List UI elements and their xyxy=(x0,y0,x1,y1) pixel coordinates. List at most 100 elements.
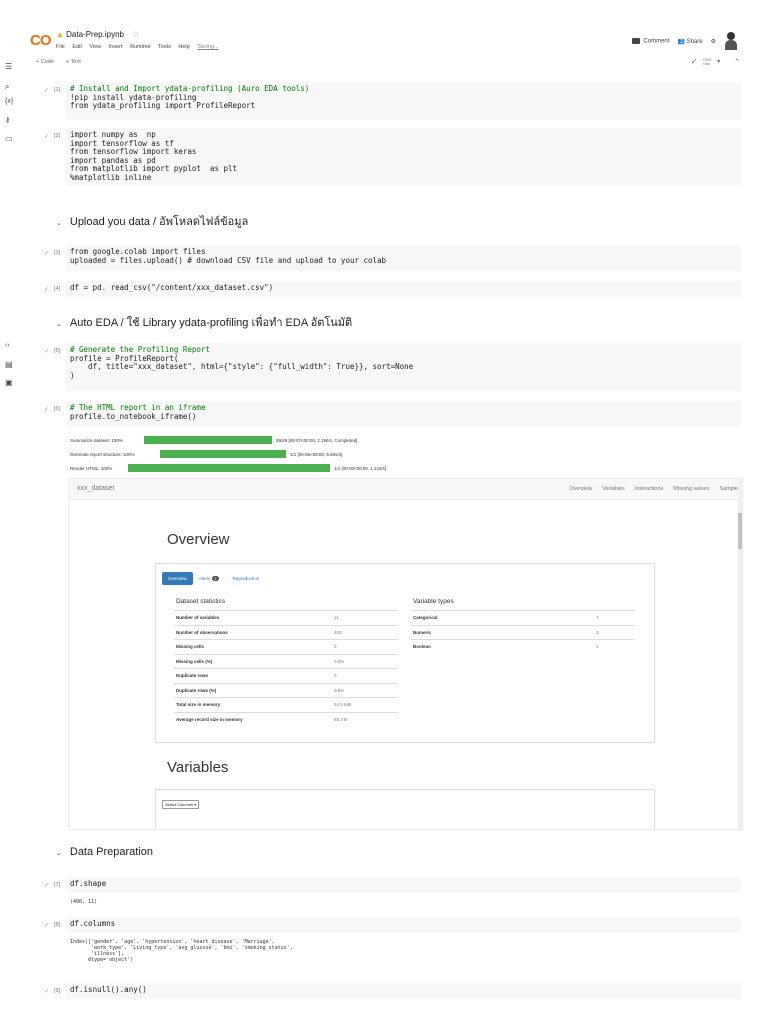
stat-value: 1 xyxy=(596,644,599,649)
cell-execution-count: [7] xyxy=(54,882,61,888)
menu-view[interactable]: View xyxy=(89,44,101,50)
cell-run-status-icon[interactable]: ✓ xyxy=(44,348,49,355)
add-text-button[interactable]: + Text xyxy=(66,59,81,65)
stat-value: 11 xyxy=(334,615,339,620)
cell-run-status-icon[interactable]: ✓ xyxy=(44,250,49,257)
chevron-down-icon[interactable]: ▾ xyxy=(717,58,720,65)
section-heading[interactable]: ⌄ Data Preparation xyxy=(56,846,153,858)
stat-label: Total size in memory xyxy=(176,702,221,707)
search-icon[interactable]: ⌕ xyxy=(5,82,9,92)
table-row: Number of observations 400 xyxy=(174,624,398,640)
cell-run-status-icon[interactable]: ✓ xyxy=(44,882,49,889)
code-line: df, title="xxx_dataset", html={"style": … xyxy=(70,362,414,371)
dataset-statistics-title: Dataset statistics xyxy=(176,598,226,605)
menu-help[interactable]: Help xyxy=(178,44,189,50)
tab-alerts[interactable]: Alerts 1 xyxy=(199,576,219,581)
chevron-down-icon[interactable]: ⌄ xyxy=(56,220,62,227)
tab-overview[interactable]: Overview xyxy=(162,572,193,585)
menu-insert[interactable]: Insert xyxy=(109,44,123,50)
settings-gear-icon[interactable]: ⚙ xyxy=(711,38,716,45)
code-snippets-icon[interactable]: ‹› xyxy=(5,342,10,349)
code-cell[interactable]: df = pd. read_csv("/content/xxx_dataset.… xyxy=(66,281,741,297)
cell-execution-count: [9] xyxy=(54,988,61,994)
code-cell[interactable]: df.isnull().any() xyxy=(66,983,741,999)
cell-run-status-icon[interactable]: ✓ xyxy=(44,988,49,995)
variables-icon[interactable]: {x} xyxy=(5,98,13,105)
table-row: Total size in memory 34.5 KiB xyxy=(174,697,398,712)
secrets-key-icon[interactable]: ⚷ xyxy=(5,116,10,124)
code-cell[interactable]: # Generate the Profiling Report profile … xyxy=(66,343,741,391)
progress-render-html: Render HTML: 100% 1/1 [00:00<00:00, 1.21… xyxy=(70,464,386,472)
code-line: df.isnull().any() xyxy=(70,985,147,994)
files-folder-icon[interactable]: ▭ xyxy=(5,134,13,143)
section-heading[interactable]: ⌄ Auto EDA / ใช้ Library ydata-profiling … xyxy=(56,313,352,331)
section-heading[interactable]: ⌄ Upload you data / อัพโหลดไฟล์ข้อมูล xyxy=(56,212,248,230)
select-columns-dropdown[interactable]: Select Columns ▾ xyxy=(162,800,200,809)
drive-icon: ▲ xyxy=(56,30,64,39)
stat-value: 0.0% xyxy=(334,658,345,664)
cell-execution-count: [3] xyxy=(54,250,61,256)
cell-run-status-icon[interactable]: ✓ xyxy=(44,87,49,94)
notebook-title[interactable]: Data-Prep.ipynb xyxy=(66,30,124,39)
code-cell[interactable]: df.columns xyxy=(66,917,741,933)
table-row: Categorical 7 xyxy=(411,610,635,625)
code-cell[interactable]: df.shape xyxy=(66,877,741,893)
table-row: Duplicate rows (%) 0.0% xyxy=(174,682,398,698)
code-line: uploaded = files.upload() # download CSV… xyxy=(70,255,387,265)
nav-overview[interactable]: Overview xyxy=(569,486,592,492)
stat-label: Categorical xyxy=(413,615,438,620)
tab-reproduction[interactable]: Reproduction xyxy=(233,576,260,581)
code-cell[interactable]: import numpy as np import tensorflow as … xyxy=(66,128,741,186)
colab-logo[interactable]: CO xyxy=(30,32,51,49)
cell-output: Index(['gender', 'age', 'hypertension', … xyxy=(70,939,293,963)
code-line: df.columns xyxy=(70,919,116,928)
command-palette-icon[interactable]: ▤ xyxy=(5,360,13,369)
scrollbar-thumb[interactable] xyxy=(738,513,742,549)
progress-summarize: Summarize dataset: 100% 29/29 [00:07<00:… xyxy=(70,436,357,444)
menu-runtime[interactable]: Runtime xyxy=(130,44,150,50)
code-line: %matplotlib inline xyxy=(70,172,152,182)
cell-run-status-icon[interactable]: ✓ xyxy=(44,133,49,140)
menu-tools[interactable]: Tools xyxy=(158,44,171,50)
ram-disk-indicator[interactable]: RAM Disk xyxy=(703,58,711,66)
header-actions: Comment 👥 Share ⚙ xyxy=(632,32,738,50)
nav-sample[interactable]: Sample xyxy=(719,486,738,492)
chevron-down-icon[interactable]: ⌄ xyxy=(56,321,62,328)
code-cell[interactable]: # Install and Import ydata-profiling (Au… xyxy=(66,82,741,120)
stat-label: Number of variables xyxy=(176,615,220,620)
iframe-scrollbar[interactable] xyxy=(738,479,742,829)
code-cell[interactable]: from google.colab import files uploaded … xyxy=(66,245,741,271)
report-brand[interactable]: xxx_dataset xyxy=(77,485,114,492)
progress-detail: 1/1 [00:05<00:00, 5.50s/it] xyxy=(290,451,343,457)
cell-output: (400, 11) xyxy=(70,899,98,905)
stat-value: 0 xyxy=(334,673,337,678)
terminal-icon[interactable]: ▣ xyxy=(5,378,13,387)
menu-file[interactable]: File xyxy=(56,44,65,50)
cell-run-status-icon[interactable]: ✓ xyxy=(44,406,49,413)
progress-label: Summarize dataset: 100% xyxy=(70,437,123,443)
progress-detail: 1/1 [00:00<00:00, 1.21it/s] xyxy=(334,465,387,471)
nav-variables[interactable]: Variables xyxy=(602,486,625,492)
stat-value: 3 xyxy=(596,629,599,635)
nav-interactions[interactable]: Interactions xyxy=(635,486,663,492)
nav-missing-values[interactable]: Missing values xyxy=(673,486,709,492)
user-avatar[interactable] xyxy=(724,32,738,50)
code-line: df = pd. read_csv("/content/xxx_dataset.… xyxy=(70,283,274,292)
cell-run-status-icon[interactable]: ✓ xyxy=(44,286,49,293)
stat-label: Duplicate rows (%) xyxy=(176,687,217,693)
variable-types-title: Variable types xyxy=(413,598,454,605)
code-cell[interactable]: # The HTML report in an iframe profile.t… xyxy=(66,401,741,427)
comment-button[interactable]: Comment xyxy=(632,37,669,44)
cell-run-status-icon[interactable]: ✓ xyxy=(44,922,49,929)
profile-report-iframe[interactable]: xxx_dataset Overview Variables Interacti… xyxy=(68,478,743,830)
notebook-title-bar: ▲ Data-Prep.ipynb ☆ xyxy=(56,30,139,39)
cell-execution-count: [5] xyxy=(54,348,61,354)
menu-edit[interactable]: Edit xyxy=(72,44,81,50)
toc-icon[interactable]: ☰ xyxy=(5,62,12,71)
share-button[interactable]: 👥 Share xyxy=(677,38,702,45)
add-code-button[interactable]: + Code xyxy=(36,59,54,65)
chevron-down-icon[interactable]: ⌄ xyxy=(56,850,62,857)
star-icon[interactable]: ☆ xyxy=(132,30,139,39)
chevron-up-icon[interactable]: ⌃ xyxy=(734,58,740,66)
progress-label: Render HTML: 100% xyxy=(70,465,113,471)
